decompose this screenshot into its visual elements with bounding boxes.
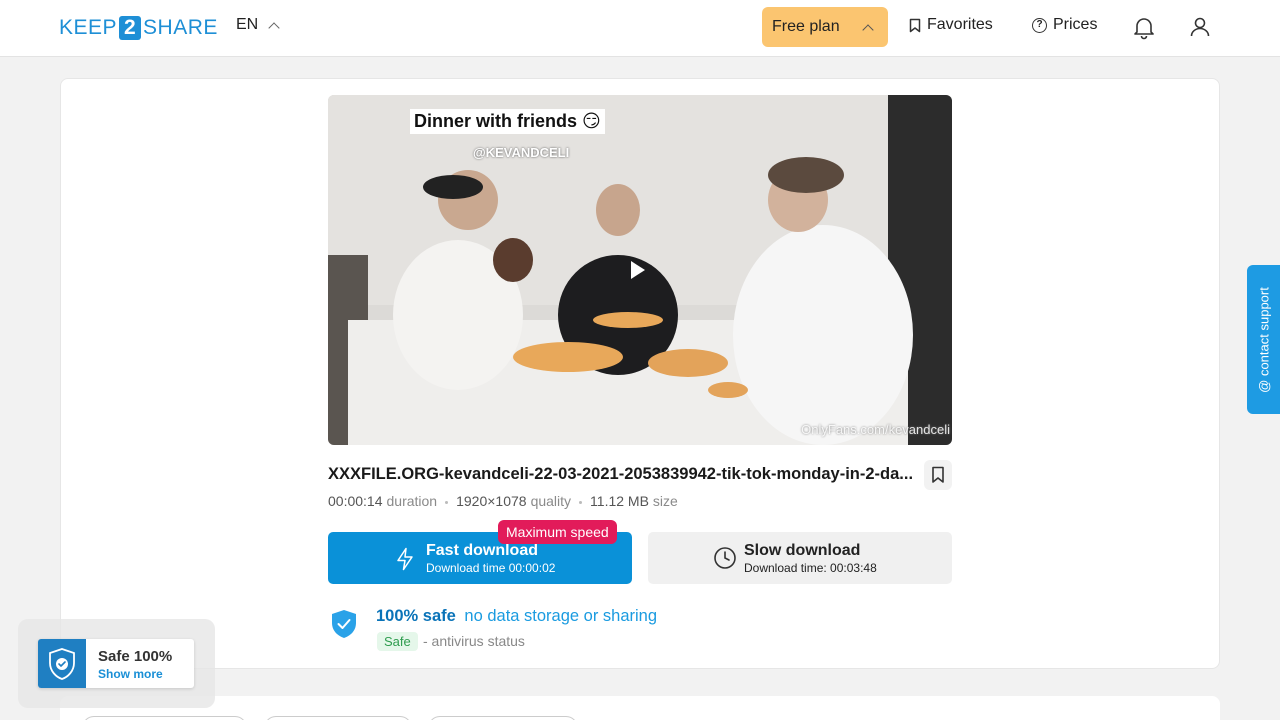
video-handle: @KEVANDCELI	[473, 145, 570, 160]
bottom-card	[60, 696, 1220, 720]
safe-status-badge: Safe	[377, 632, 418, 651]
duration-label: duration	[386, 493, 438, 509]
bookmark-icon	[909, 18, 921, 32]
logo-text-keep: KEEP	[59, 16, 118, 39]
show-more-link[interactable]: Show more	[98, 667, 163, 681]
prices-link[interactable]: ? Prices	[1032, 16, 1097, 34]
meta-separator	[445, 501, 449, 504]
slow-download-button[interactable]: Slow download Download time: 00:03:48	[648, 532, 952, 584]
video-watermark: OnlyFans.com/kevandceli	[801, 422, 950, 437]
slow-download-time: Download time: 00:03:48	[744, 561, 877, 575]
file-meta: 00:00:14 duration 1920×1078 quality 11.1…	[328, 493, 678, 509]
quality-label: quality	[530, 493, 572, 509]
quality-value: 1920×1078	[456, 493, 527, 509]
file-name: XXXFILE.ORG-kevandceli-22-03-2021-205383…	[328, 465, 914, 483]
maximum-speed-badge: Maximum speed	[498, 520, 617, 544]
meta-separator	[579, 501, 583, 504]
safety-headline: 100% safe no data storage or sharing	[376, 607, 657, 626]
logo[interactable]: KEEP 2 SHARE	[59, 15, 218, 41]
video-caption: Dinner with friends 😏	[410, 109, 605, 134]
free-plan-label: Free plan	[772, 18, 840, 35]
lightning-icon	[397, 547, 413, 571]
safe-widget-title: Safe 100%	[98, 648, 173, 665]
free-plan-button[interactable]: Free plan	[762, 7, 888, 47]
notifications-button[interactable]	[1131, 14, 1157, 40]
video-preview[interactable]: Dinner with friends 😏 @KEVANDCELI OnlyFa…	[328, 95, 952, 445]
prices-label: Prices	[1053, 16, 1098, 33]
clock-icon	[714, 547, 736, 569]
add-favorite-button[interactable]	[924, 460, 952, 490]
bell-icon	[1134, 18, 1154, 40]
language-label: EN	[236, 16, 259, 33]
shield-check-icon	[332, 610, 356, 638]
language-selector[interactable]: EN	[236, 16, 280, 34]
size-label: size	[652, 493, 678, 509]
header: KEEP 2 SHARE EN Free plan Favorites ? Pr…	[0, 0, 1280, 57]
safety-headline-strong: 100% safe	[376, 607, 456, 625]
size-value: 11.12 MB	[590, 493, 649, 509]
bookmark-icon	[932, 466, 944, 483]
tab-pill[interactable]	[264, 716, 412, 720]
tab-pill[interactable]	[428, 716, 578, 720]
favorites-link[interactable]: Favorites	[909, 16, 993, 34]
fast-download-time: Download time 00:00:02	[426, 561, 556, 575]
favorites-label: Favorites	[927, 16, 993, 33]
contact-support-tab[interactable]: @ contact support	[1247, 265, 1280, 414]
tab-pill[interactable]	[82, 716, 247, 720]
logo-text-share: SHARE	[143, 16, 218, 39]
chevron-up-icon	[268, 21, 280, 34]
question-icon: ?	[1032, 17, 1047, 33]
contact-support-label: @ contact support	[1256, 286, 1271, 393]
antivirus-status-label: - antivirus status	[423, 633, 525, 649]
play-icon[interactable]	[631, 261, 645, 279]
safety-headline-link[interactable]: no data storage or sharing	[464, 607, 657, 625]
safe-widget[interactable]: Safe 100% Show more	[38, 639, 194, 688]
duration-value: 00:00:14	[328, 493, 383, 509]
chevron-up-icon	[862, 24, 874, 36]
logo-text-two: 2	[119, 16, 142, 40]
shield-icon	[38, 639, 86, 688]
fast-download-title: Fast download	[426, 542, 538, 559]
slow-download-title: Slow download	[744, 542, 861, 559]
account-button[interactable]	[1187, 14, 1213, 40]
user-icon	[1190, 17, 1210, 37]
